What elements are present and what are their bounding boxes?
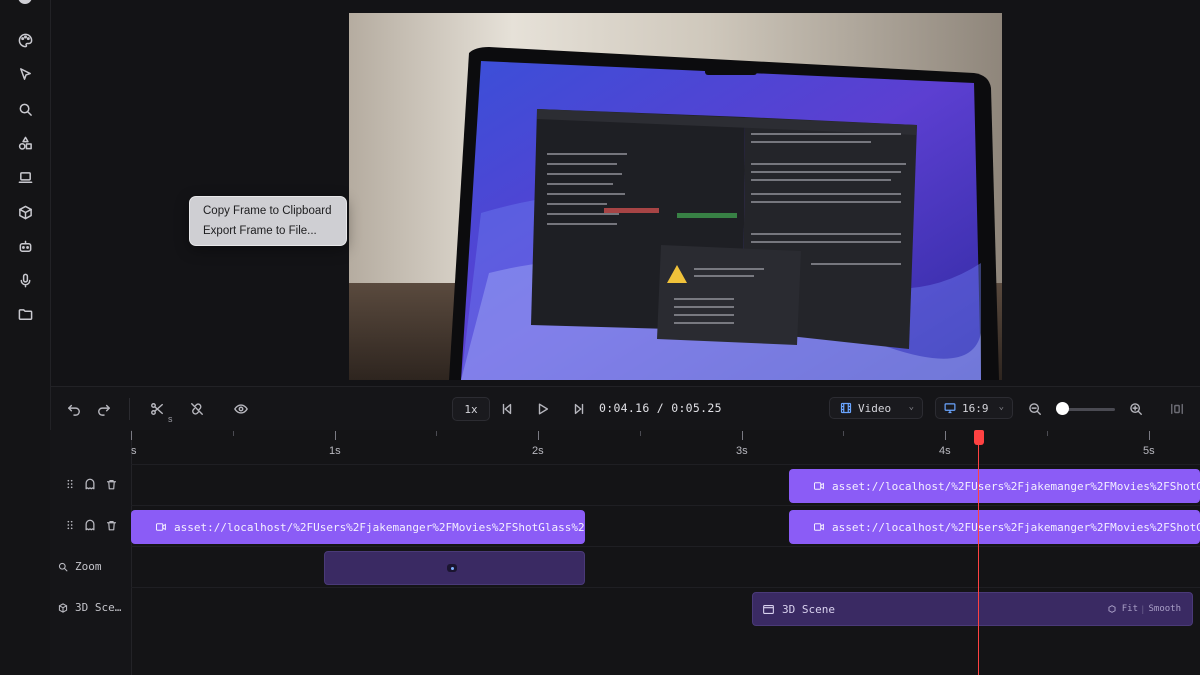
- ruler-tick: [639, 431, 641, 436]
- preview-area: [51, 0, 1200, 386]
- shapes-icon[interactable]: [14, 132, 36, 154]
- trash-icon[interactable]: [106, 479, 117, 490]
- video-camera-icon: [156, 523, 166, 531]
- track-labels-column: [50, 430, 132, 675]
- track-row: 3D Scene Fit | Smooth: [131, 587, 1200, 629]
- ruler-tick: [436, 431, 438, 436]
- view-mode-select[interactable]: Video ⌄: [829, 397, 923, 419]
- chevron-down-icon: ⌄: [998, 402, 1004, 412]
- playhead-handle[interactable]: [974, 430, 984, 445]
- context-menu: Copy Frame to Clipboard Export Frame to …: [189, 196, 347, 246]
- view-mode-value: Video: [858, 401, 892, 415]
- time-ruler[interactable]: s 1s 2s 3s 4s 5s: [131, 430, 1200, 464]
- cube-icon: [58, 602, 68, 613]
- track-controls: [58, 519, 117, 531]
- clip-label: asset://localhost/%2FUsers%2Fjakemanger%…: [832, 479, 1200, 493]
- ruler-tick: [1046, 431, 1048, 436]
- redo-icon[interactable]: [94, 399, 114, 419]
- eye-icon[interactable]: [231, 399, 251, 419]
- ruler-tick: [131, 431, 132, 440]
- app-logo: [18, 0, 32, 4]
- cube-icon: [1108, 605, 1116, 613]
- clip-label: 3D Scene: [782, 602, 835, 616]
- ghost-icon[interactable]: [84, 519, 96, 531]
- ruler-tick: [232, 431, 234, 436]
- robot-icon[interactable]: [14, 235, 36, 257]
- ruler-label: 2s: [532, 445, 544, 457]
- aspect-ratio-select[interactable]: 16:9 ⌄: [935, 397, 1013, 419]
- playback-time: 0:04.16 / 0:05.25: [599, 401, 722, 415]
- aspect-ratio-value: 16:9: [962, 401, 989, 415]
- trash-icon[interactable]: [106, 520, 117, 531]
- unlink-icon[interactable]: [187, 399, 207, 419]
- drag-handle-icon[interactable]: [66, 520, 74, 530]
- ruler-tick: [741, 431, 743, 440]
- undo-icon[interactable]: [64, 399, 84, 419]
- zoom-slider-knob[interactable]: [1056, 402, 1069, 415]
- search-icon[interactable]: [14, 98, 36, 120]
- 3d-scene-clip[interactable]: 3D Scene Fit | Smooth: [752, 592, 1193, 626]
- palette-icon[interactable]: [14, 29, 36, 51]
- ruler-tick: [538, 431, 539, 440]
- smooth-label[interactable]: Smooth: [1148, 604, 1181, 614]
- clip-label: asset://localhost/%2FUsers%2Fjakemanger%…: [832, 520, 1200, 534]
- video-clip[interactable]: asset://localhost/%2FUsers%2Fjakemanger%…: [789, 510, 1200, 544]
- ghost-icon[interactable]: [84, 478, 96, 490]
- zoom-out-icon[interactable]: [1025, 399, 1045, 419]
- screen-icon: [763, 604, 774, 614]
- split-shortcut-hint: s: [168, 414, 173, 424]
- film-icon: [840, 402, 852, 414]
- ruler-tick: [945, 431, 946, 440]
- monitor-icon: [944, 403, 956, 414]
- ruler-tick: [334, 431, 336, 440]
- drag-handle-icon[interactable]: [66, 479, 74, 489]
- ruler-label: 5s: [1143, 445, 1155, 457]
- export-frame-menu-item[interactable]: Export Frame to File...: [203, 225, 317, 237]
- video-camera-icon: [814, 523, 824, 531]
- cursor-icon[interactable]: [14, 63, 36, 85]
- track-label: 3D Sce…: [75, 601, 122, 614]
- ruler-tick: [1148, 431, 1150, 440]
- fit-mode[interactable]: Fit: [1108, 604, 1138, 614]
- scissors-icon[interactable]: [147, 399, 167, 419]
- zoom-in-icon[interactable]: [1126, 399, 1146, 419]
- skip-back-icon[interactable]: [497, 399, 517, 419]
- playback-toolbar: s 1x 0:04.16 / 0:05.25 Video ⌄ 16:9 ⌄: [51, 386, 1200, 431]
- zoom-clip-handle[interactable]: [447, 564, 457, 572]
- track-row: [131, 546, 1200, 588]
- laptop-icon[interactable]: [14, 166, 36, 188]
- track-controls: [58, 478, 117, 490]
- skip-forward-icon[interactable]: [569, 399, 589, 419]
- fit-timeline-icon[interactable]: [1167, 399, 1187, 419]
- fit-label: Fit: [1121, 604, 1138, 614]
- video-frame[interactable]: [349, 13, 1002, 380]
- playback-speed-button[interactable]: 1x: [452, 397, 490, 421]
- ruler-label: 3s: [736, 445, 748, 457]
- video-clip[interactable]: asset://localhost/%2FUsers%2Fjakemanger%…: [789, 469, 1200, 503]
- zoom-track-label: Zoom: [58, 560, 102, 573]
- track-row: asset://localhost/%2FUsers%2Fjakemanger%…: [131, 505, 1200, 547]
- track-label: Zoom: [75, 560, 102, 573]
- clip-label: asset://localhost/%2FUsers%2Fjakemanger%…: [174, 520, 585, 534]
- folder-icon[interactable]: [14, 303, 36, 325]
- 3d-scene-track-label: 3D Sce…: [58, 601, 121, 614]
- play-icon[interactable]: [533, 399, 553, 419]
- ruler-label: 1s: [329, 445, 341, 457]
- cube-icon[interactable]: [14, 201, 36, 223]
- copy-frame-menu-item[interactable]: Copy Frame to Clipboard: [203, 205, 331, 217]
- ruler-label: s: [131, 445, 137, 457]
- timeline-zoom-slider[interactable]: [1063, 408, 1115, 411]
- video-clip[interactable]: asset://localhost/%2FUsers%2Fjakemanger%…: [131, 510, 585, 544]
- video-camera-icon: [814, 482, 824, 490]
- playhead-line: [978, 442, 979, 675]
- ruler-tick: [843, 431, 845, 436]
- microphone-icon[interactable]: [14, 269, 36, 291]
- ruler-label: 4s: [939, 445, 951, 457]
- zoom-clip[interactable]: [324, 551, 585, 585]
- chevron-down-icon: ⌄: [908, 402, 914, 412]
- track-row: asset://localhost/%2FUsers%2Fjakemanger%…: [131, 464, 1200, 506]
- search-icon: [58, 562, 68, 571]
